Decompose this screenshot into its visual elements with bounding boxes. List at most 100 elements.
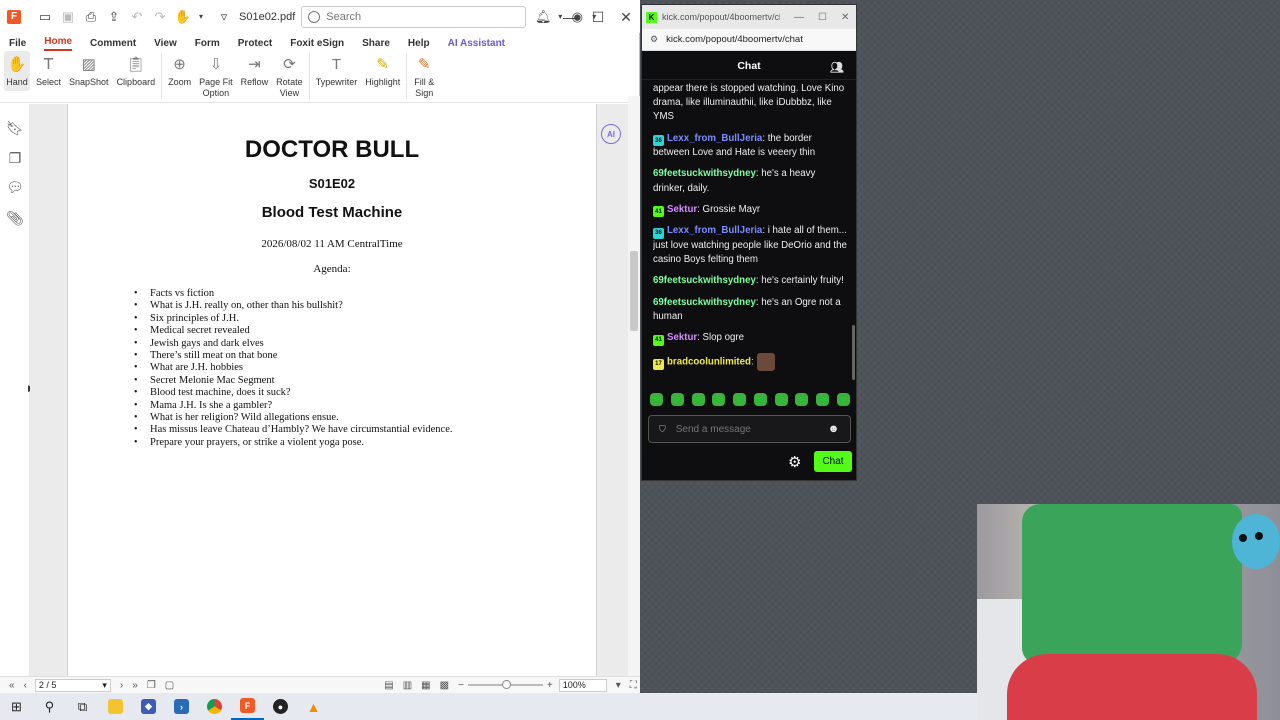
ai-assistant-float-icon[interactable]: AI: [601, 124, 621, 144]
menu-share[interactable]: Share: [362, 38, 390, 51]
emote-icon[interactable]: ☺: [670, 393, 684, 406]
foxit-taskbar-button[interactable]: F: [231, 693, 264, 720]
hand-tool-quick-icon[interactable]: ✋: [172, 6, 194, 28]
emote-icon[interactable]: ☺: [795, 393, 809, 406]
continuous-page-icon[interactable]: ▥: [403, 680, 412, 691]
save-icon[interactable]: ▣: [57, 6, 79, 28]
bell-icon[interactable]: 🔔︎: [532, 6, 554, 28]
page-number-field[interactable]: 2 / 5 ▾: [34, 678, 111, 692]
grid-view-icon[interactable]: ▩: [440, 680, 449, 691]
zoom-level-field[interactable]: 100%: [558, 678, 607, 692]
select-button[interactable]: 𝖳 Select: [34, 51, 63, 91]
menu-home[interactable]: Home: [44, 36, 73, 51]
zoom-in-icon[interactable]: +: [547, 680, 553, 691]
menu-protect[interactable]: Protect: [238, 38, 272, 51]
emote-icon[interactable]: ☺: [753, 393, 767, 406]
chat-message-input[interactable]: [675, 423, 826, 435]
menu-ai-assistant[interactable]: AI Assistant: [448, 38, 505, 51]
scrollbar-thumb[interactable]: [630, 251, 638, 331]
prev-page-icon[interactable]: ‹: [24, 680, 27, 691]
chat-username[interactable]: Lexx_from_BullJeria: [667, 133, 762, 144]
powershell-button[interactable]: ›: [165, 693, 198, 720]
chat-username[interactable]: Sektur: [667, 332, 697, 343]
kick-minimize-button[interactable]: —: [794, 12, 804, 23]
search-taskbar-button[interactable]: ⚲: [33, 693, 66, 720]
chat-username[interactable]: bradcoolunlimited: [667, 356, 751, 367]
emote-icon[interactable]: ☺: [691, 393, 705, 406]
zoom-button[interactable]: ⊕ Zoom: [166, 51, 193, 91]
chat-username[interactable]: 69feetsuckwithsydney: [653, 168, 756, 179]
open-folder-icon[interactable]: ▭: [34, 6, 56, 28]
hand-button[interactable]: ✋ Hand: [4, 51, 30, 91]
search-input[interactable]: [326, 10, 507, 23]
emote-icon[interactable]: ☺: [836, 393, 850, 406]
first-page-icon[interactable]: «: [9, 680, 15, 691]
chat-username[interactable]: 69feetsuckwithsydney: [653, 297, 756, 308]
fullscreen-icon[interactable]: ⛶: [630, 680, 637, 691]
search-box[interactable]: [301, 5, 527, 28]
chat-username[interactable]: Sektur: [667, 204, 697, 215]
next-page-icon[interactable]: ›: [120, 680, 123, 691]
zoom-slider[interactable]: [467, 680, 543, 689]
copy-page-icon[interactable]: ❐: [147, 680, 156, 691]
emote-icon[interactable]: ☺: [816, 393, 830, 406]
app-button[interactable]: ◆: [132, 693, 165, 720]
close-button[interactable]: ✕: [616, 7, 636, 27]
clipboard-button[interactable]: 📋︎ Clipboard: [115, 51, 158, 91]
menu-help[interactable]: Help: [408, 38, 430, 51]
zoom-out-icon[interactable]: −: [458, 680, 464, 691]
single-page-icon[interactable]: ▤: [384, 680, 393, 691]
redo-icon[interactable]: ↷: [149, 6, 171, 28]
chevron-down-icon[interactable]: ▾: [616, 680, 621, 691]
chat-settings-icon[interactable]: ⚙︎: [788, 453, 801, 471]
page-view-icon[interactable]: ▢: [165, 680, 174, 691]
fill-sign-button[interactable]: ✎ Fill & Sign: [411, 51, 437, 102]
document-viewport[interactable]: DOCTOR BULL S01E02 Blood Test Machine 20…: [30, 104, 628, 676]
file-explorer-button[interactable]: [99, 693, 132, 720]
chat-send-button[interactable]: Chat: [814, 451, 852, 472]
minimize-button[interactable]: —: [560, 7, 580, 27]
chat-users-icon[interactable]: 👥︎: [830, 61, 844, 74]
maximize-button[interactable]: ☐: [588, 7, 608, 27]
export-icon[interactable]: ⇪: [103, 6, 125, 28]
menu-form[interactable]: Form: [195, 38, 220, 51]
menu-foxit-esign[interactable]: Foxit eSign: [290, 38, 344, 51]
chrome-button[interactable]: [198, 693, 231, 720]
typewriter-button[interactable]: T Typewriter: [314, 51, 360, 91]
snapshot-button[interactable]: ▨ SnapShot: [67, 51, 111, 91]
kick-maximize-button[interactable]: ☐: [818, 12, 827, 23]
pages-icon[interactable]: ❐: [8, 150, 22, 166]
chat-input-box[interactable]: ⛉ ☻: [648, 415, 851, 443]
bookmark-icon[interactable]: 🔖︎: [6, 120, 24, 136]
page-fit-button[interactable]: ⇩ Page Fit Option: [197, 51, 235, 102]
undo-icon[interactable]: ↶: [126, 6, 148, 28]
chat-username[interactable]: 69feetsuckwithsydney: [653, 275, 756, 286]
site-settings-icon[interactable]: ⚙︎: [650, 34, 658, 45]
vertical-scrollbar[interactable]: [628, 96, 640, 676]
highlight-button[interactable]: ✎ Highlight: [363, 51, 402, 91]
zoom-slider-knob[interactable]: [501, 680, 511, 689]
last-page-icon[interactable]: »: [132, 680, 138, 691]
attachment-icon[interactable]: 📎︎: [6, 210, 24, 226]
menu-comment[interactable]: Comment: [90, 38, 136, 51]
comments-icon[interactable]: 💬︎: [6, 179, 24, 195]
kick-close-button[interactable]: ✕: [841, 12, 849, 23]
obs-button[interactable]: ●: [264, 693, 297, 720]
task-view-button[interactable]: ⧉: [66, 693, 99, 720]
chevron-down-icon[interactable]: ▾: [195, 6, 207, 28]
facing-page-icon[interactable]: ▦: [421, 680, 430, 691]
reflow-button[interactable]: ⇥ Reflow: [239, 51, 271, 91]
rotate-view-button[interactable]: ⟳ Rotate View: [274, 51, 305, 102]
emoji-picker-icon[interactable]: ☻: [828, 423, 840, 435]
vlc-button[interactable]: ▲: [297, 693, 330, 720]
emote-icon[interactable]: ☺: [650, 393, 663, 406]
emote-icon[interactable]: ☺: [712, 393, 726, 406]
emote-icon[interactable]: ☺: [774, 393, 788, 406]
start-button[interactable]: ⊞: [0, 693, 33, 720]
menu-view[interactable]: View: [154, 38, 177, 51]
menu-file[interactable]: File: [9, 38, 26, 51]
emote-icon[interactable]: ☺: [733, 393, 747, 406]
kick-url-bar[interactable]: ⚙︎ kick.com/popout/4boomertv/chat: [642, 29, 856, 51]
print-icon[interactable]: ⎙: [80, 6, 102, 28]
chat-username[interactable]: Lexx_from_BullJeria: [667, 225, 762, 236]
